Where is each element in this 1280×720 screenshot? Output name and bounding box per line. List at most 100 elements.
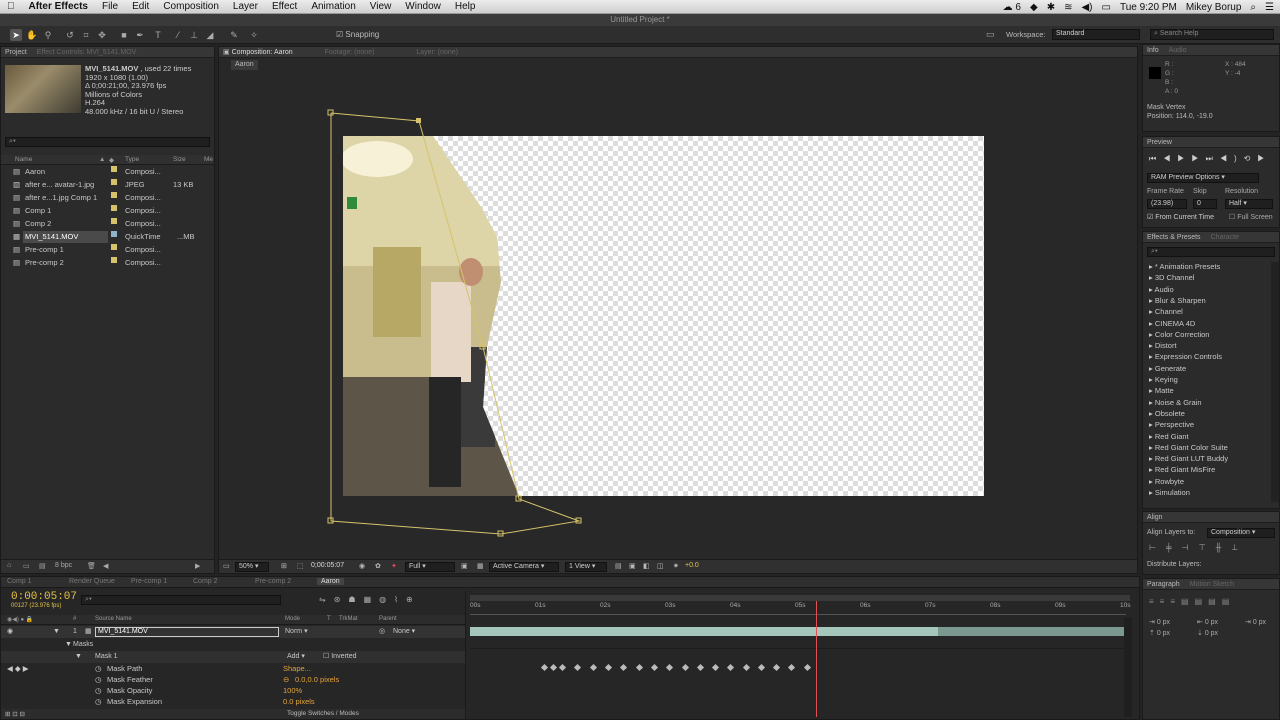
indent-first[interactable]: ⇥ 0 px xyxy=(1245,619,1266,626)
notification-icon[interactable]: ☰ xyxy=(1265,2,1274,13)
draft-3d-icon[interactable]: ⊛ xyxy=(334,595,349,604)
magnification-select[interactable]: 50% ▾ xyxy=(235,562,269,572)
align-to-select[interactable]: Composition ▾ xyxy=(1207,528,1275,538)
keyframe[interactable] xyxy=(604,663,612,672)
tab-project[interactable]: Project xyxy=(5,49,27,56)
transparency-grid-icon[interactable]: ▦ xyxy=(477,562,484,570)
from-current-checkbox[interactable]: ☑ From Current Time xyxy=(1147,213,1214,221)
effects-category[interactable]: ▸ Distort xyxy=(1149,341,1177,350)
mode-select[interactable]: Norm ▾ xyxy=(285,626,308,638)
menu-window[interactable]: Window xyxy=(398,1,448,12)
effects-category[interactable]: ▸ Noise & Grain xyxy=(1149,398,1202,407)
effects-category[interactable]: ▸ Obsolete xyxy=(1149,409,1185,418)
eraser-tool-icon[interactable]: ◢ xyxy=(204,29,216,41)
composition-mini-flowchart-icon[interactable]: ⇋ xyxy=(319,595,334,604)
prop-value[interactable]: 0.0 pixels xyxy=(283,696,315,708)
keyframe[interactable] xyxy=(650,663,658,672)
timeline-search-input[interactable]: ⌕▾ xyxy=(81,595,281,605)
motion-blur-icon[interactable]: ◍ xyxy=(379,595,394,604)
scroll-right-icon[interactable]: ▶ xyxy=(195,562,200,570)
align-text-right-icon[interactable]: ≡ xyxy=(1170,597,1181,606)
tab-character[interactable]: Characte xyxy=(1211,234,1239,241)
timeline-graph-area[interactable]: 00s 01s 02s 03s 04s 05s 06s 07s 08s 09s 10s xyxy=(465,591,1132,719)
tab-info[interactable]: Info xyxy=(1147,47,1159,54)
keyframe[interactable] xyxy=(558,663,566,672)
user-name[interactable]: Mikey Borup xyxy=(1186,2,1242,13)
tab-timeline-comp-2[interactable]: Comp 2 xyxy=(193,578,218,585)
effects-category[interactable]: ▸ Matte xyxy=(1149,386,1174,395)
space-after[interactable]: ⇣ 0 px xyxy=(1197,630,1218,637)
battery-icon[interactable]: ▭ xyxy=(1102,2,1111,13)
tab-timeline-aaron[interactable]: Aaron xyxy=(317,578,344,585)
exposure-icon[interactable]: ✷ xyxy=(673,562,679,570)
prev-frame-icon[interactable]: ◀ xyxy=(1163,154,1177,163)
bluetooth-icon[interactable]: ✱ xyxy=(1047,2,1055,13)
eye-icon[interactable]: ◉ xyxy=(7,626,13,638)
layer-duration-bar[interactable] xyxy=(470,627,938,636)
current-time-indicator[interactable] xyxy=(815,601,817,717)
align-top-icon[interactable]: ⊤ xyxy=(1199,543,1216,552)
tab-effects[interactable]: Effects & Presets xyxy=(1147,234,1201,241)
snapshot-icon[interactable]: ◉ xyxy=(359,562,365,570)
snapping-toggle[interactable]: ☑ Snapping xyxy=(336,30,379,39)
play-icon[interactable]: ▶ xyxy=(1177,154,1191,163)
tab-motion-sketch[interactable]: Motion Sketch xyxy=(1190,581,1234,588)
search-help-input[interactable]: ⌕ Search Help xyxy=(1150,29,1274,40)
keyframe[interactable] xyxy=(696,663,704,672)
effects-category[interactable]: ▸ Perspective xyxy=(1149,420,1194,429)
ram-options-select[interactable]: RAM Preview Options ▾ xyxy=(1147,173,1259,183)
expand-icons[interactable]: ⊞ ⊡ ⊟ xyxy=(5,710,25,718)
timeline-icon[interactable]: ◧ xyxy=(643,562,650,570)
effects-category[interactable]: ▸ Expression Controls xyxy=(1149,352,1222,361)
keyframe[interactable] xyxy=(541,663,549,672)
tab-timeline-pre-comp-2[interactable]: Pre-comp 2 xyxy=(255,578,291,585)
effects-category[interactable]: ▸ Channel xyxy=(1149,307,1183,316)
align-hcenter-icon[interactable]: ╪ xyxy=(1166,543,1182,552)
timeline-vscrollbar[interactable] xyxy=(1124,617,1132,717)
effects-category[interactable]: ▸ 3D Channel xyxy=(1149,273,1194,282)
list-item[interactable]: ▤ Aaron Composi... xyxy=(1,166,214,178)
keyframe[interactable] xyxy=(635,663,643,672)
twirl-open-icon[interactable]: ▼ xyxy=(53,626,60,638)
workspace-select[interactable]: Standard xyxy=(1052,29,1140,40)
keyframe[interactable] xyxy=(681,663,689,672)
effects-category[interactable]: ▸ Red Giant xyxy=(1149,432,1189,441)
pan-behind-tool-icon[interactable]: ✥ xyxy=(96,29,108,41)
effects-category[interactable]: ▸ Keying xyxy=(1149,375,1178,384)
list-item[interactable]: ▦ MVI_5141.MOV QuickTime ...MB xyxy=(1,231,214,243)
brainstorm-icon[interactable]: ⊕ xyxy=(406,595,421,604)
audio-icon[interactable]: ◀) xyxy=(1220,154,1244,163)
keyframe[interactable] xyxy=(727,663,735,672)
bpc-toggle[interactable]: 8 bpc xyxy=(55,562,72,569)
justify-all-icon[interactable]: ▤ xyxy=(1222,597,1236,606)
rectangle-tool-icon[interactable]: ■ xyxy=(118,29,130,41)
keyframe[interactable] xyxy=(788,663,796,672)
shy-icon[interactable]: ☗ xyxy=(348,595,363,604)
tab-audio[interactable]: Audio xyxy=(1169,47,1187,54)
skip-select[interactable]: 0 xyxy=(1193,199,1217,209)
effects-category[interactable]: ▸ Rowbyte xyxy=(1149,477,1184,486)
next-frame-icon[interactable]: ▶ xyxy=(1191,154,1205,163)
project-search-input[interactable]: ⌕▾ xyxy=(5,137,210,147)
dropbox-icon[interactable]: ◆ xyxy=(1030,2,1038,13)
camera-tool-icon[interactable]: ⌗ xyxy=(80,29,92,41)
wifi-icon[interactable]: ≋ xyxy=(1064,2,1072,13)
brush-tool-icon[interactable]: ⁄ xyxy=(172,29,184,41)
menu-composition[interactable]: Composition xyxy=(156,1,226,12)
masks-row[interactable]: ▼ Masks xyxy=(1,639,465,651)
layer-name-field[interactable]: MVI_5141.MOV xyxy=(95,627,279,637)
effects-category[interactable]: ▸ Color Correction xyxy=(1149,330,1209,339)
resolution-select-preview[interactable]: Half ▾ xyxy=(1225,199,1273,209)
frame-blending-icon[interactable]: ▦ xyxy=(364,595,380,604)
list-item[interactable]: ▤ Comp 1 Composi... xyxy=(1,205,214,217)
mask1-row[interactable]: ▼ Mask 1 Add ▾ ☐ Inverted xyxy=(1,651,465,663)
list-item[interactable]: ▤ Comp 2 Composi... xyxy=(1,218,214,230)
view-layout-select[interactable]: 1 View ▾ xyxy=(565,562,607,572)
twirl-open-icon[interactable]: ▼ xyxy=(65,639,72,651)
col-size[interactable]: Size xyxy=(173,156,186,163)
tab-align[interactable]: Align xyxy=(1147,514,1163,521)
viewer-timecode[interactable]: 0;00:05:07 xyxy=(311,562,344,569)
tab-effect-controls[interactable]: Effect Controls: MVI_5141.MOV xyxy=(37,49,136,56)
folder-icon[interactable]: ▭ xyxy=(23,562,30,570)
keyframe[interactable] xyxy=(619,663,627,672)
